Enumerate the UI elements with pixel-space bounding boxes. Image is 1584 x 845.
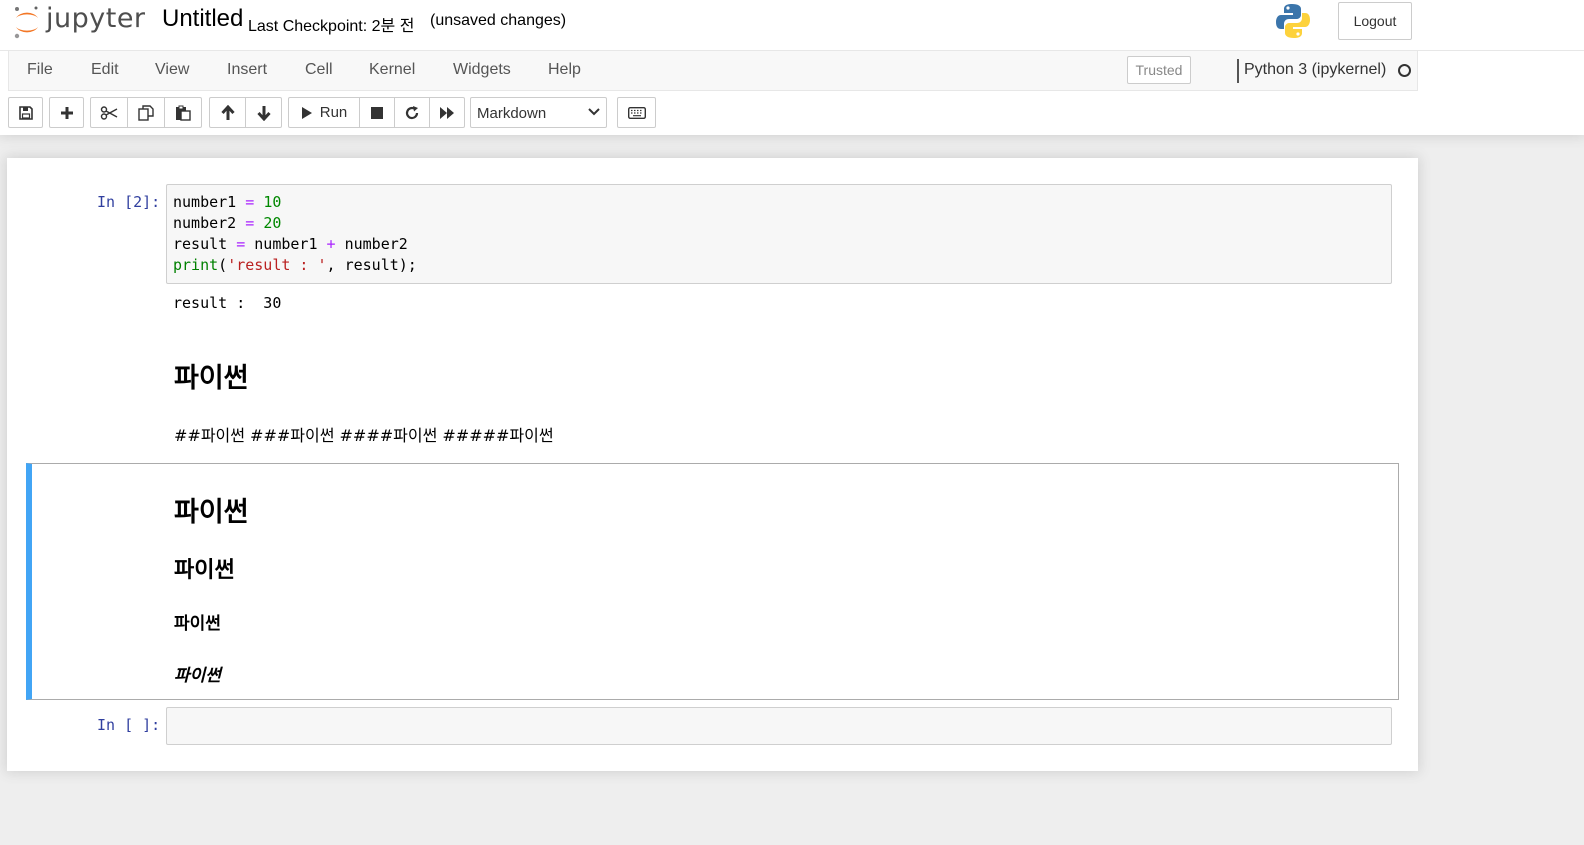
code-token: 'result : ' xyxy=(227,256,327,274)
code-token: = xyxy=(245,193,255,211)
logout-button[interactable]: Logout xyxy=(1338,2,1412,40)
last-checkpoint: Last Checkpoint: 2분 전 xyxy=(248,18,415,35)
menu-cell[interactable]: Cell xyxy=(305,61,333,79)
code-token: number2 xyxy=(344,235,408,253)
copy-button[interactable] xyxy=(127,97,165,128)
code-line: print('result : ', result); xyxy=(173,256,417,274)
copy-icon xyxy=(138,104,154,121)
cell-output: result : 30 xyxy=(173,294,282,312)
input-prompt: In [2]: xyxy=(97,193,161,211)
autosave-status: (unsaved changes) xyxy=(430,12,567,29)
code-line: result = number1 + number2 xyxy=(173,235,408,253)
code-token: print xyxy=(173,256,219,274)
empty-code-cell-input[interactable] xyxy=(166,707,1392,745)
markdown-heading-3: 파이썬 xyxy=(174,614,221,634)
code-token: number1 xyxy=(254,235,318,253)
input-prompt: In [ ]: xyxy=(97,716,161,734)
menu-insert[interactable]: Insert xyxy=(227,61,267,79)
scissors-icon xyxy=(100,105,118,120)
jupyter-logo-text: jupyter xyxy=(46,3,146,34)
code-token: number1 xyxy=(173,193,237,211)
markdown-heading-4: 파이썬 xyxy=(174,666,221,686)
code-line: number1 = 10 xyxy=(173,193,281,211)
run-button[interactable]: Run xyxy=(288,97,360,128)
chevron-down-icon xyxy=(588,108,600,116)
plus-icon xyxy=(60,106,73,119)
code-token: + xyxy=(326,235,336,253)
markdown-heading-1: 파이썬 xyxy=(174,363,249,394)
notebook-title[interactable]: Untitled xyxy=(162,5,243,33)
markdown-paragraph: ##파이썬 ###파이썬 ####파이썬 #####파이썬 xyxy=(174,426,554,445)
cell-type-select[interactable]: Markdown xyxy=(470,97,607,128)
paste-icon xyxy=(176,105,191,121)
save-icon xyxy=(18,105,33,120)
code-cell-input[interactable]: number1 = 10 number2 = 20 result = numbe… xyxy=(166,184,1392,284)
code-token: result xyxy=(173,235,228,253)
cell-type-value: Markdown xyxy=(477,105,547,122)
command-palette-button[interactable] xyxy=(617,97,656,128)
code-token: 10 xyxy=(263,193,282,211)
cut-button[interactable] xyxy=(90,97,128,128)
jupyter-logo-icon xyxy=(14,6,38,39)
markdown-heading-1: 파이썬 xyxy=(174,497,249,528)
menu-help[interactable]: Help xyxy=(548,61,581,79)
notebook-header: jupyter Untitled Last Checkpoint: 2분 전 (… xyxy=(0,0,1584,135)
code-line: number2 = 20 xyxy=(173,214,281,232)
arrow-up-icon xyxy=(220,104,235,120)
move-down-button[interactable] xyxy=(245,97,282,128)
notebook-container: In [2]: number1 = 10 number2 = 20 result… xyxy=(7,158,1418,771)
restart-kernel-button[interactable] xyxy=(394,97,430,128)
menu-widgets[interactable]: Widgets xyxy=(453,61,511,79)
keyboard-icon xyxy=(627,106,646,119)
code-token: ( xyxy=(218,256,228,274)
fast-forward-icon xyxy=(440,106,454,119)
stop-icon xyxy=(371,106,383,119)
move-up-button[interactable] xyxy=(209,97,246,128)
jupyter-logo[interactable]: jupyter xyxy=(12,2,146,40)
kernel-idle-indicator xyxy=(1398,64,1411,77)
menu-edit[interactable]: Edit xyxy=(91,61,119,79)
code-token: = xyxy=(236,235,246,253)
insert-cell-button[interactable] xyxy=(49,97,84,128)
menu-view[interactable]: View xyxy=(155,61,189,79)
restart-run-all-button[interactable] xyxy=(429,97,465,128)
run-label: Run xyxy=(319,104,348,121)
python-logo-icon xyxy=(1275,2,1311,40)
code-token: , result); xyxy=(326,256,417,274)
save-button[interactable] xyxy=(8,97,43,128)
interrupt-kernel-button[interactable] xyxy=(359,97,395,128)
menu-file[interactable]: File xyxy=(27,61,53,79)
restart-icon xyxy=(405,105,419,119)
kernel-name[interactable]: Python 3 (ipykernel) xyxy=(1244,61,1386,79)
markdown-heading-2: 파이썬 xyxy=(174,558,235,583)
code-token: = xyxy=(245,214,255,232)
play-icon xyxy=(301,106,312,119)
menu-kernel[interactable]: Kernel xyxy=(369,61,415,79)
trusted-indicator[interactable]: Trusted xyxy=(1127,56,1191,84)
code-token: 20 xyxy=(263,214,282,232)
code-token: number2 xyxy=(173,214,237,232)
menubar: File Edit View Insert Cell Kernel Widget… xyxy=(8,51,1418,91)
arrow-down-icon xyxy=(256,105,271,121)
paste-button[interactable] xyxy=(164,97,202,128)
kernel-divider xyxy=(1237,59,1239,83)
